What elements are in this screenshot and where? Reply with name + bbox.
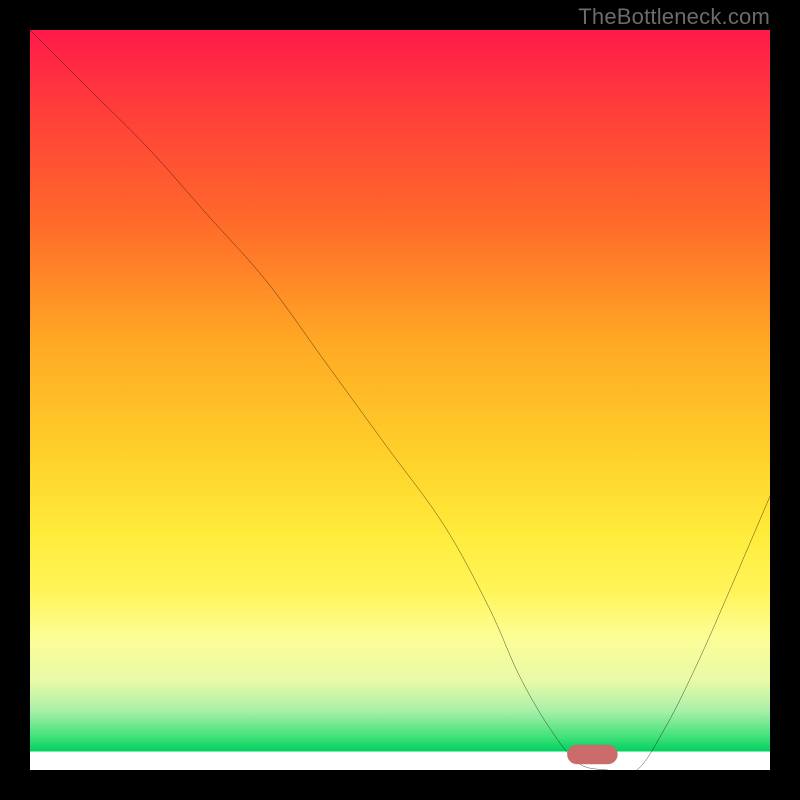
- plot-area: [30, 30, 770, 770]
- watermark-text: TheBottleneck.com: [578, 4, 770, 30]
- chart-svg: [30, 30, 770, 770]
- chart-frame: TheBottleneck.com: [0, 0, 800, 800]
- bottleneck-curve-path: [30, 30, 770, 774]
- minimum-marker: [567, 745, 617, 764]
